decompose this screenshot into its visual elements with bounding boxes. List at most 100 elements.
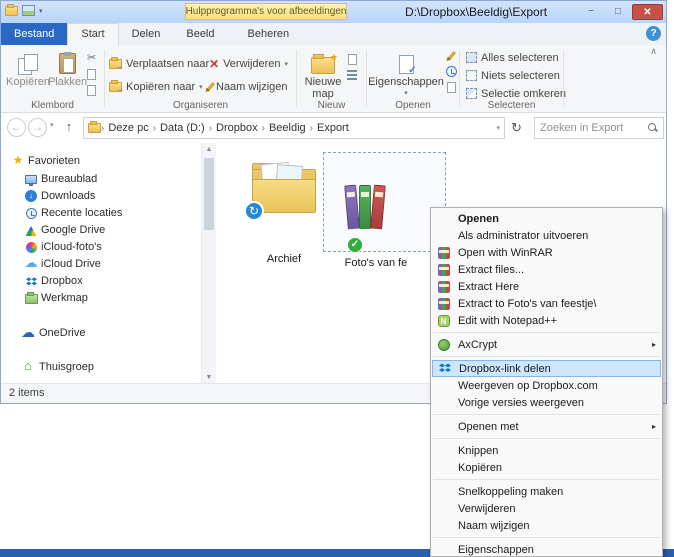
ribbon-tabs: Bestand Start Delen Beeld Beheren ?	[1, 23, 666, 45]
sidebar-item-icloud-drive[interactable]: ☁ iCloud Drive	[41, 256, 101, 272]
open-small-buttons	[446, 51, 457, 93]
open-icon[interactable]	[447, 82, 456, 93]
menu-item-extract-to[interactable]: Extract to Foto's van feestje\	[431, 295, 662, 312]
maximize-button[interactable]: □	[605, 4, 631, 20]
menu-item-openen[interactable]: Openen	[431, 210, 662, 227]
group-nieuw: Nieuwe map Nieuw	[297, 45, 366, 112]
search-input[interactable]	[540, 122, 648, 134]
file-tile-archief[interactable]: ↻ Archief	[239, 149, 329, 269]
menu-item-edit-with-notepadpp[interactable]: Edit with Notepad++	[431, 312, 662, 329]
sidebar-item-recente-locaties[interactable]: Recente locaties	[41, 205, 122, 221]
menu-item-extract-here[interactable]: Extract Here	[431, 278, 662, 295]
delete-icon: ✕	[209, 57, 219, 71]
quick-access-dropdown-icon[interactable]: ▾	[39, 7, 43, 15]
crumb-dropbox[interactable]: Dropbox	[212, 122, 262, 134]
desktop-icon	[25, 175, 37, 184]
search-icon	[648, 123, 658, 133]
menu-item-verwijderen[interactable]: Verwijderen	[431, 500, 662, 517]
menu-item-axcrypt[interactable]: AxCrypt▸	[431, 336, 662, 353]
folder-icon: ↻	[252, 163, 316, 213]
crumb-deze-pc[interactable]: Deze pc	[104, 122, 152, 134]
sidebar-item-dropbox[interactable]: Dropbox	[41, 273, 83, 289]
copy-button[interactable]: Kopiëren	[6, 48, 48, 88]
tab-beheren[interactable]: Beheren	[235, 23, 303, 45]
menu-item-naam-wijzigen[interactable]: Naam wijzigen	[431, 517, 662, 534]
group-openen: Eigenschappen ▾ Openen	[367, 45, 459, 112]
crumb-data-d[interactable]: Data (D:)	[156, 122, 209, 134]
scroll-up-icon[interactable]: ▲	[202, 143, 216, 157]
menu-item-weergeven-op-dropbox[interactable]: Weergeven op Dropbox.com	[431, 377, 662, 394]
minimize-button[interactable]: −	[578, 4, 604, 20]
submenu-arrow-icon: ▸	[652, 422, 656, 431]
winrar-icon	[438, 264, 450, 276]
crumb-beeldig[interactable]: Beeldig	[265, 122, 310, 134]
easy-access-icon[interactable]	[347, 70, 357, 80]
address-dropdown-icon[interactable]: ▾	[496, 124, 500, 132]
cut-icon[interactable]: ✂	[87, 51, 96, 64]
sidebar-item-favorieten[interactable]: ★ Favorieten	[28, 153, 80, 169]
sidebar-item-downloads[interactable]: ↓ Downloads	[41, 188, 95, 204]
group-selecteren: Alles selecteren Niets selecteren Select…	[460, 45, 563, 112]
history-icon[interactable]	[446, 66, 457, 77]
quick-access-toolbar: ▾	[5, 5, 43, 16]
refresh-icon[interactable]: ↻	[511, 120, 522, 136]
edit-icon[interactable]	[447, 51, 456, 61]
select-none-button[interactable]: Niets selecteren	[466, 67, 560, 84]
breadcrumb[interactable]: › Deze pc › Data (D:) › Dropbox › Beeldi…	[83, 117, 505, 139]
select-all-icon	[466, 52, 477, 63]
menu-item-snelkoppeling-maken[interactable]: Snelkoppeling maken	[431, 483, 662, 500]
sync-badge-icon: ↻	[244, 201, 264, 221]
tab-start[interactable]: Start	[67, 23, 118, 45]
menu-item-knippen[interactable]: Knippen	[431, 442, 662, 459]
icloud-drive-icon: ☁	[25, 255, 38, 271]
context-menu: Openen Als administrator uitvoeren Open …	[430, 207, 663, 557]
file-tile-fotos[interactable]: ✓ Foto's van fe	[327, 149, 427, 271]
sidebar-item-google-drive[interactable]: Google Drive	[41, 222, 105, 238]
menu-item-openen-met[interactable]: Openen met▸	[431, 418, 662, 435]
help-icon[interactable]: ?	[646, 26, 661, 41]
rename-button[interactable]: Naam wijzigen	[209, 78, 288, 95]
recent-places-icon	[26, 208, 37, 219]
menu-separator	[433, 414, 660, 415]
copy-path-icon[interactable]	[87, 69, 96, 80]
new-item-icon[interactable]	[348, 54, 357, 65]
menu-item-vorige-versies[interactable]: Vorige versies weergeven	[431, 394, 662, 411]
close-button[interactable]: ✕	[632, 4, 663, 20]
collapse-ribbon-icon[interactable]: ∧	[650, 46, 657, 57]
winrar-icon	[438, 298, 450, 310]
tab-delen[interactable]: Delen	[119, 23, 174, 45]
properties-button[interactable]: Eigenschappen ▾	[368, 48, 444, 100]
sidebar-item-thuisgroep[interactable]: ⌂ Thuisgroep	[39, 359, 94, 375]
forward-button[interactable]: →	[28, 118, 47, 137]
sidebar-scrollbar[interactable]: ▲ ▼	[201, 143, 216, 385]
titlebar[interactable]: ▾ Hulpprogramma's voor afbeeldingen D:\D…	[1, 1, 666, 23]
menu-item-open-with-winrar[interactable]: Open with WinRAR	[431, 244, 662, 261]
paste-icon	[59, 53, 76, 74]
menu-item-extract-files[interactable]: Extract files...	[431, 261, 662, 278]
rename-icon	[206, 82, 215, 92]
crumb-export[interactable]: Export	[313, 122, 353, 134]
sidebar-item-bureaublad[interactable]: Bureaublad	[41, 171, 97, 187]
paste-shortcut-icon[interactable]	[87, 85, 96, 96]
sidebar-item-onedrive[interactable]: ☁ OneDrive	[39, 325, 85, 341]
copy-to-button[interactable]: Kopiëren naar▾	[109, 78, 203, 95]
menu-item-kopieren[interactable]: Kopiëren	[431, 459, 662, 476]
recent-locations-icon[interactable]: ▾	[50, 121, 54, 129]
menu-separator	[433, 356, 660, 357]
menu-item-dropbox-link-delen[interactable]: Dropbox-link delen	[432, 360, 661, 377]
scrollbar-thumb[interactable]	[204, 158, 214, 230]
new-folder-button[interactable]: Nieuwe map	[301, 48, 345, 100]
paste-button[interactable]: Plakken	[48, 48, 86, 88]
select-all-button[interactable]: Alles selecteren	[466, 49, 559, 66]
sidebar-item-icloud-fotos[interactable]: iCloud-foto's	[41, 239, 102, 255]
sidebar-item-werkmap[interactable]: Werkmap	[41, 290, 88, 306]
group-label: Selecteren	[460, 100, 563, 111]
move-to-button[interactable]: Verplaatsen naar▾	[109, 55, 217, 72]
tab-bestand[interactable]: Bestand	[1, 23, 67, 45]
up-button[interactable]: ↑	[60, 119, 78, 134]
delete-button[interactable]: ✕ Verwijderen▾	[209, 55, 288, 72]
tab-beeld[interactable]: Beeld	[173, 23, 227, 45]
menu-item-eigenschappen[interactable]: Eigenschappen	[431, 541, 662, 557]
menu-item-als-administrator[interactable]: Als administrator uitvoeren	[431, 227, 662, 244]
back-button[interactable]: ←	[7, 118, 26, 137]
